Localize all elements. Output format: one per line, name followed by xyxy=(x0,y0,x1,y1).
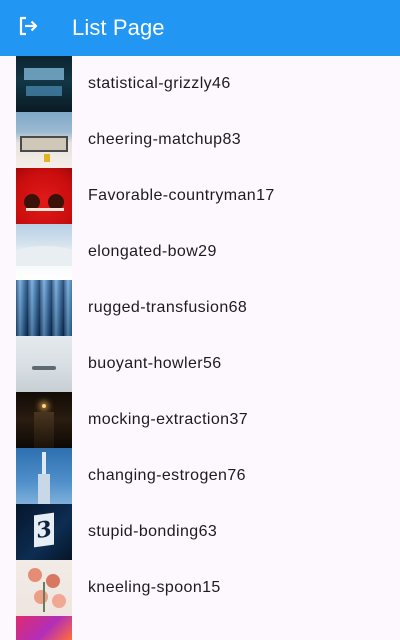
logout-icon xyxy=(16,14,40,43)
list-item-thumbnail xyxy=(16,560,72,616)
list-item[interactable]: buoyant-howler56 xyxy=(0,336,400,392)
list-item-thumbnail xyxy=(16,168,72,224)
list-item-thumbnail xyxy=(16,392,72,448)
list-item-label: mocking-extraction37 xyxy=(88,411,249,428)
list-item-thumbnail xyxy=(16,280,72,336)
list-item[interactable]: elongated-bow29 xyxy=(0,224,400,280)
list-item-thumbnail xyxy=(16,616,72,640)
list-item-label: buoyant-howler56 xyxy=(88,355,222,372)
list-item-label: cheering-matchup83 xyxy=(88,131,242,148)
list-item-label: kneeling-spoon15 xyxy=(88,579,221,596)
list-item-thumbnail xyxy=(16,224,72,280)
list-item-label: rugged-transfusion68 xyxy=(88,299,248,316)
list-item-thumbnail xyxy=(16,448,72,504)
list-item-label: elongated-bow29 xyxy=(88,243,217,260)
list-item[interactable]: changing-estrogen76 xyxy=(0,448,400,504)
list-item[interactable]: stupid-bonding63 xyxy=(0,504,400,560)
item-list[interactable]: statistical-grizzly46 cheering-matchup83… xyxy=(0,56,400,640)
list-item[interactable]: statistical-grizzly46 xyxy=(0,56,400,112)
list-item-thumbnail xyxy=(16,504,72,560)
app-bar: List Page xyxy=(0,0,400,56)
list-item[interactable]: rugged-transfusion68 xyxy=(0,280,400,336)
list-item-thumbnail xyxy=(16,56,72,112)
list-item[interactable]: Favorable-countryman17 xyxy=(0,168,400,224)
logout-button[interactable] xyxy=(0,0,56,56)
list-item-label: statistical-grizzly46 xyxy=(88,75,231,92)
list-item-thumbnail xyxy=(16,112,72,168)
list-item-label: Favorable-countryman17 xyxy=(88,187,275,204)
list-item[interactable] xyxy=(0,616,400,640)
list-item-thumbnail xyxy=(16,336,72,392)
page-title: List Page xyxy=(72,15,165,40)
list-item-label: stupid-bonding63 xyxy=(88,523,218,540)
list-item[interactable]: cheering-matchup83 xyxy=(0,112,400,168)
list-item[interactable]: kneeling-spoon15 xyxy=(0,560,400,616)
list-item[interactable]: mocking-extraction37 xyxy=(0,392,400,448)
list-item-label: changing-estrogen76 xyxy=(88,467,246,484)
